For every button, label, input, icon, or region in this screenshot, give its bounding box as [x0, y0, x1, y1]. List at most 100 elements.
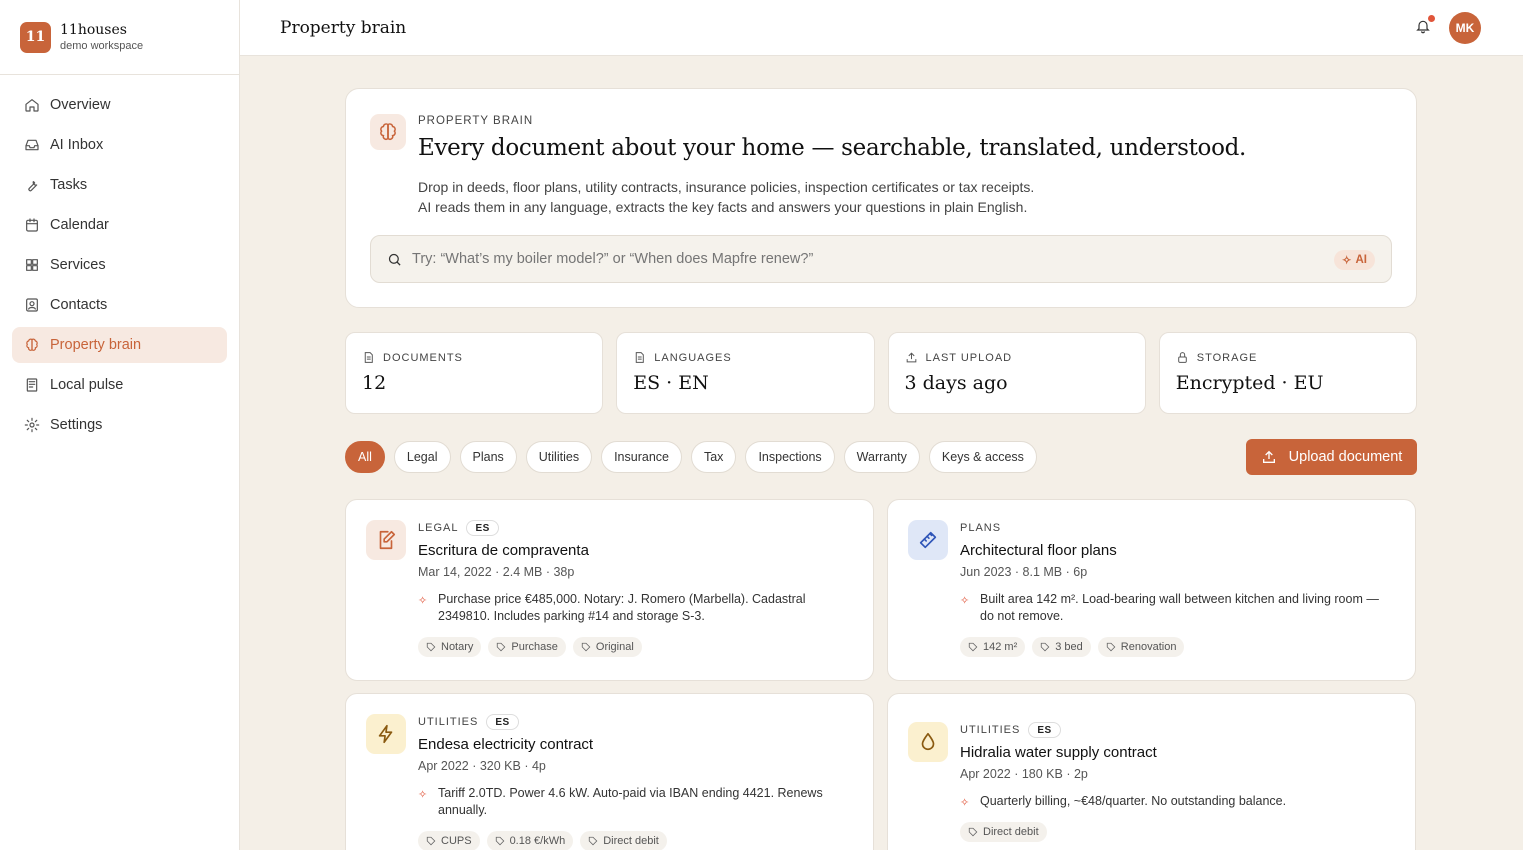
ai-badge: ✧ AI — [1333, 250, 1375, 270]
tag-icon — [1041, 642, 1050, 652]
tag[interactable]: Direct debit — [580, 831, 667, 850]
tag[interactable]: Purchase — [488, 637, 566, 657]
card-summary: ✧ Quarterly billing, ~€48/quarter. No out… — [960, 793, 1395, 810]
stat-label: LANGUAGES — [654, 351, 732, 364]
tag[interactable]: 0.18 €/kWh — [486, 831, 574, 850]
language-badge: ES — [466, 520, 499, 536]
filter-keys-access[interactable]: Keys & access — [928, 441, 1037, 473]
document-card[interactable]: UTILITIES ES Hidralia water supply contra… — [887, 693, 1416, 850]
sidebar-item-services[interactable]: Services — [12, 247, 227, 283]
card-icon-badge — [366, 714, 406, 754]
filter-tax[interactable]: Tax — [690, 441, 737, 473]
document-icon — [636, 352, 645, 363]
search-bar[interactable]: ✧AI — [370, 235, 1392, 283]
wrench-icon — [28, 181, 38, 192]
sidebar-item-overview[interactable]: Overview — [12, 87, 227, 123]
stat-label: STORAGE — [1196, 351, 1258, 364]
stat-value: Encrypted · EU — [1175, 372, 1324, 394]
tag[interactable]: Renovation — [1097, 637, 1185, 657]
sparkle-icon: ✧ — [418, 789, 428, 801]
filter-all[interactable]: All — [345, 441, 385, 473]
card-summary-text: Built area 142 m². Load-bearing wall bet… — [980, 592, 1379, 623]
stat-value: ES · EN — [633, 372, 709, 394]
tag[interactable]: Notary — [418, 637, 482, 657]
upload-icon — [1262, 450, 1275, 463]
sidebar-item-settings[interactable]: Settings — [12, 407, 227, 443]
sidebar-item-contacts[interactable]: Contacts — [12, 287, 227, 323]
brand[interactable]: 11 11houses demo workspace — [0, 0, 239, 75]
document-card[interactable]: LEGAL ES Escritura de compraventa Mar 14,… — [345, 499, 874, 681]
filter-inspections[interactable]: Inspections — [745, 441, 835, 473]
sparkle-icon: ✧ — [960, 595, 970, 607]
stats-row: DOCUMENTS 12 LANGUAGES ES · EN LAST UPLO… — [345, 332, 1417, 414]
ruler-icon — [919, 531, 937, 549]
hero-description-line: AI reads them in any language, extracts … — [418, 199, 1028, 215]
tag-label: 3 bed — [1055, 641, 1083, 653]
sidebar-item-ai-inbox[interactable]: AI Inbox — [12, 127, 227, 163]
filter-warranty[interactable]: Warranty — [843, 441, 920, 473]
tag[interactable]: CUPS — [418, 831, 480, 850]
tag-icon — [426, 642, 436, 652]
filter-utilities[interactable]: Utilities — [525, 441, 593, 473]
tag-icon — [1106, 642, 1116, 652]
card-meta: Apr 2022 · 320 KB · 4p — [418, 759, 546, 773]
tag-label: 0.18 €/kWh — [509, 835, 566, 847]
card-tags: Direct debit — [960, 822, 1395, 842]
sidebar-item-label: Tasks — [50, 177, 88, 193]
sparkle-icon: ✧ — [1341, 255, 1352, 267]
top-bar: Property brain MK — [240, 0, 1523, 56]
contact-icon — [26, 298, 38, 312]
notifications-button[interactable] — [1415, 15, 1435, 36]
sidebar-item-local-pulse[interactable]: Local pulse — [12, 367, 227, 403]
stat-label: DOCUMENTS — [383, 351, 463, 364]
card-title: Escritura de compraventa — [418, 542, 589, 559]
tag[interactable]: 142 m² — [960, 637, 1026, 657]
search-input[interactable] — [412, 251, 1312, 267]
sidebar-item-property-brain[interactable]: Property brain — [12, 327, 227, 363]
gear-icon — [24, 417, 40, 433]
stat-documents: DOCUMENTS 12 — [345, 332, 604, 414]
tag[interactable]: Direct debit — [960, 822, 1047, 842]
ai-badge-label: AI — [1355, 254, 1368, 266]
notification-dot — [1428, 15, 1435, 22]
document-card[interactable]: PLANS Architectural floor plans Jun 2023… — [887, 499, 1416, 681]
search-icon — [388, 253, 401, 266]
tag-icon — [495, 836, 504, 846]
card-summary: ✧ Tariff 2.0TD. Power 4.6 kW. Auto-paid v… — [418, 785, 853, 819]
card-meta: Jun 2023 · 8.1 MB · 6p — [960, 565, 1088, 579]
card-meta: Mar 14, 2022 · 2.4 MB · 38p — [418, 565, 575, 579]
hero-eyebrow: PROPERTY BRAIN — [418, 115, 534, 127]
card-summary-text: Purchase price €485,000. Notary: J. Rome… — [438, 592, 806, 623]
brain-icon — [380, 123, 396, 140]
sidebar-item-label: Calendar — [50, 217, 109, 233]
card-summary-text: Tariff 2.0TD. Power 4.6 kW. Auto-paid vi… — [438, 786, 823, 817]
tag[interactable]: 3 bed — [1032, 637, 1091, 657]
upload-document-button[interactable]: Upload document — [1246, 439, 1417, 475]
tag-label: Direct debit — [983, 826, 1039, 838]
newspaper-icon — [26, 378, 38, 392]
sidebar-item-tasks[interactable]: Tasks — [12, 167, 227, 203]
stat-label: LAST UPLOAD — [925, 351, 1013, 364]
document-card[interactable]: UTILITIES ES Endesa electricity contract … — [345, 693, 874, 850]
filter-insurance[interactable]: Insurance — [601, 441, 682, 473]
upload-icon — [906, 352, 916, 363]
avatar[interactable]: MK — [1449, 12, 1481, 44]
tag[interactable]: Original — [572, 637, 642, 657]
tag-label: CUPS — [441, 835, 472, 847]
card-meta: Apr 2022 · 180 KB · 2p — [960, 767, 1088, 781]
workspace-name: demo workspace — [60, 40, 144, 52]
language-badge: ES — [486, 714, 519, 730]
tag-label: Renovation — [1120, 641, 1177, 653]
filter-legal[interactable]: Legal — [393, 441, 451, 473]
card-icon-badge — [908, 520, 948, 560]
grid-icon — [26, 259, 38, 271]
filter-plans[interactable]: Plans — [459, 441, 517, 473]
card-summary: ✧ Built area 142 m². Load-bearing wall be… — [960, 591, 1395, 625]
home-icon — [25, 99, 39, 112]
stat-last-upload: LAST UPLOAD 3 days ago — [887, 332, 1146, 414]
card-tags: 142 m² 3 bed Renovation — [960, 637, 1395, 657]
brand-name: 11houses — [60, 22, 127, 38]
card-title: Hidralia water supply contract — [960, 744, 1157, 761]
tag-icon — [426, 836, 436, 846]
sidebar-item-calendar[interactable]: Calendar — [12, 207, 227, 243]
